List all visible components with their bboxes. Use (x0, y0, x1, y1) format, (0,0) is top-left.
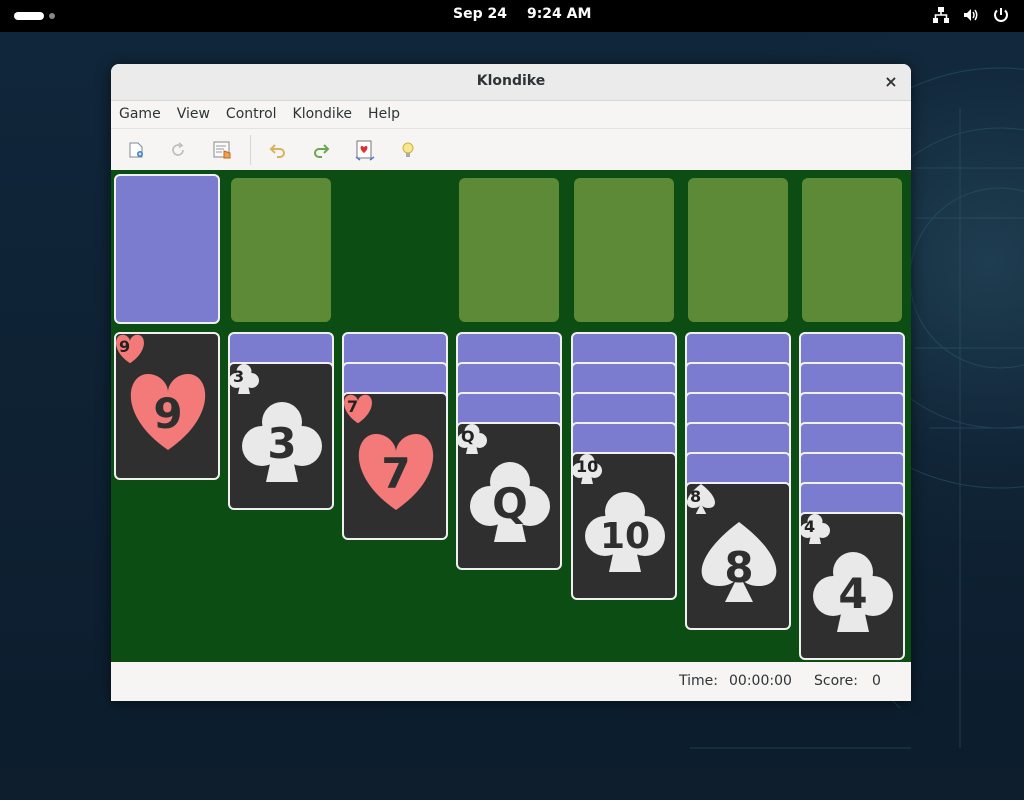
card-center-rank: 7 (381, 449, 410, 498)
score-value: 0 (872, 673, 881, 689)
new-game-icon[interactable] (125, 139, 147, 161)
toolbar-separator (250, 135, 251, 165)
menu-bar: Game View Control Klondike Help (111, 101, 911, 128)
redo-icon[interactable] (310, 139, 332, 161)
top-bar: Sep 24 9:24 AM (0, 0, 1024, 32)
menu-help[interactable]: Help (360, 101, 408, 128)
clock-time: 9:24 AM (526, 6, 592, 22)
card-corner-rank: 9 (119, 337, 130, 356)
waste-slot[interactable] (231, 178, 331, 322)
klondike-window: Klondike × Game View Control Klondike He… (111, 64, 911, 701)
heart-card-face: 99 (116, 334, 206, 450)
clock-date: Sep 24 (453, 6, 507, 22)
menu-control[interactable]: Control (218, 101, 285, 128)
foundation-slot-4[interactable] (802, 178, 902, 322)
score-label: Score: (814, 673, 858, 689)
stock-pile[interactable] (114, 174, 220, 324)
tableau-card-5[interactable]: 10 10 (571, 452, 677, 600)
card-corner-rank: 4 (804, 517, 815, 536)
card-corner-rank: 10 (576, 457, 598, 476)
toolbar (111, 128, 911, 172)
tableau-card-3[interactable]: 77 (342, 392, 448, 540)
card-corner-rank: 3 (233, 367, 244, 386)
card-center-rank: 4 (838, 569, 867, 618)
clock[interactable]: Sep 24 9:24 AM (453, 6, 591, 22)
workspace-indicator-active (14, 12, 44, 20)
tableau-card-2[interactable]: 33 (228, 362, 334, 510)
foundation-slot-2[interactable] (574, 178, 674, 322)
club-card-face: QQ (458, 424, 550, 542)
foundation-slot-1[interactable] (459, 178, 559, 322)
tableau-card-6[interactable]: 88 (685, 482, 791, 630)
restart-icon[interactable] (167, 139, 189, 161)
club-card-face: 10 10 (573, 454, 665, 572)
system-tray[interactable] (932, 6, 1010, 24)
time-label: Time: (679, 673, 718, 689)
power-icon[interactable] (992, 6, 1010, 24)
tableau-card-1[interactable]: 99 (114, 332, 220, 480)
card-center-rank: 3 (267, 419, 296, 468)
card-center-rank: Q (492, 479, 528, 528)
window-title: Klondike (476, 73, 546, 89)
tableau-card-4[interactable]: QQ (456, 422, 562, 570)
status-bar: Time: 00:00:00 Score: 0 (111, 662, 911, 701)
spade-card-face: 88 (687, 484, 777, 602)
close-button[interactable]: × (881, 72, 901, 92)
network-icon[interactable] (932, 6, 950, 24)
deal-icon[interactable] (354, 139, 376, 161)
tableau-card-7[interactable]: 44 (799, 512, 905, 660)
heart-card-face: 77 (344, 394, 434, 510)
hint-icon[interactable] (397, 139, 419, 161)
card-corner-rank: 7 (347, 397, 358, 416)
card-corner-rank: Q (461, 427, 475, 446)
club-card-face: 44 (801, 514, 893, 632)
time-value: 00:00:00 (729, 673, 792, 689)
foundation-slot-3[interactable] (688, 178, 788, 322)
card-corner-rank: 8 (690, 487, 701, 506)
menu-klondike[interactable]: Klondike (285, 101, 361, 128)
volume-icon[interactable] (962, 6, 980, 24)
title-bar[interactable]: Klondike × (111, 64, 911, 101)
card-center-rank: 8 (724, 543, 753, 592)
menu-game[interactable]: Game (111, 101, 169, 128)
card-center-rank: 10 (600, 516, 650, 557)
game-table[interactable]: 9 9 3 3 7 7 Q Q 10 10 8 8 4 4 (111, 170, 911, 662)
workspace-indicator-inactive (49, 13, 55, 19)
card-center-rank: 9 (153, 389, 182, 438)
select-game-icon[interactable] (211, 139, 233, 161)
undo-icon[interactable] (267, 139, 289, 161)
menu-view[interactable]: View (169, 101, 218, 128)
club-card-face: 33 (230, 364, 322, 482)
